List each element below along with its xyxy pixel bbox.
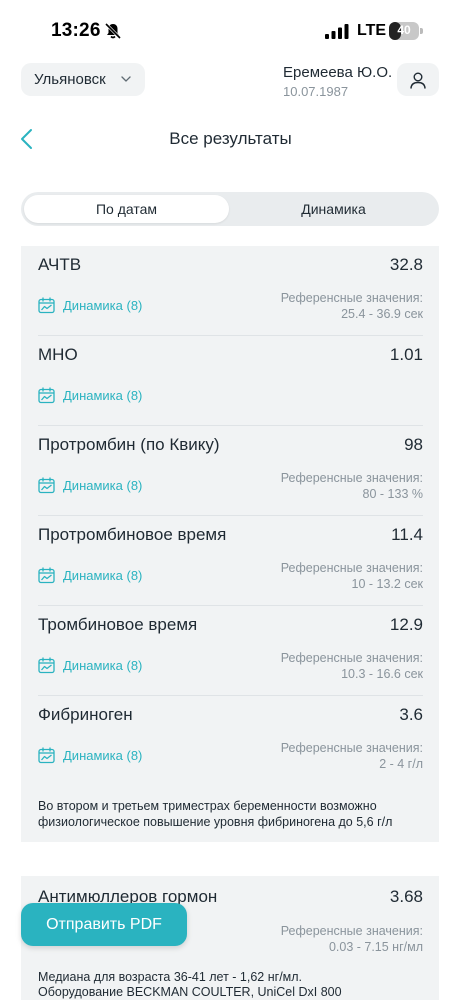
dynamics-link[interactable]: Динамика (8) — [38, 295, 142, 315]
battery-percent: 40 — [397, 23, 411, 37]
result-row: Протромбин (по Квику) 98 Динамика (8) Рефер… — [21, 426, 439, 516]
test-name: Тромбиновое время — [38, 615, 198, 634]
test-name: Фибриноген — [38, 705, 133, 724]
page-title: Все результаты — [169, 129, 292, 148]
results-card: АЧТВ 32.8 Динамика (8) Референсные значения… — [21, 246, 439, 842]
fibrinogen-note: Во втором и третьем триместрах беременно… — [38, 799, 393, 829]
network-label: LTE — [357, 22, 387, 39]
test-name: Протромбин (по Квику) — [38, 435, 220, 454]
test-name: МНО — [38, 345, 78, 364]
city-select[interactable]: Ульяновск — [21, 63, 145, 96]
dynamics-link[interactable]: Динамика (8) — [38, 565, 142, 585]
user-name: Еремеева Ю.О. — [283, 64, 393, 81]
user-icon — [410, 72, 426, 89]
test-name: АЧТВ — [38, 255, 82, 274]
test-value: 3.6 — [399, 705, 423, 724]
test-value: 11.4 — [391, 525, 423, 544]
test-value: 1.01 — [389, 345, 423, 364]
user-birth-date: 10.07.1987 — [283, 84, 349, 99]
bell-slash-icon — [104, 22, 122, 40]
amh-note-line-2: Оборудование BECKMAN COULTER, UniCel DxI… — [38, 985, 342, 999]
reference-title: Референсные значения: — [280, 291, 423, 305]
chevron-down-icon — [121, 76, 131, 82]
reference-range: 10 - 13.2 сек — [351, 577, 423, 591]
result-row: МНО 1.01 Динамика (8) — [21, 336, 439, 426]
reference-title: Референсные значения: — [280, 561, 423, 575]
city-label: Ульяновск — [34, 71, 106, 88]
test-value: 12.9 — [389, 615, 423, 634]
view-tabs: По датам Динамика — [21, 192, 439, 226]
dynamics-label: Динамика (8) — [63, 477, 143, 493]
status-time: 13:26 — [51, 20, 101, 41]
chart-calendar-icon — [38, 386, 55, 403]
battery-icon: 40 — [389, 22, 423, 40]
amh-note-line-1: Медиана для возраста 36-41 лет - 1,62 нг… — [38, 970, 303, 984]
reference-range: 2 - 4 г/л — [379, 757, 423, 771]
tab-dynamics[interactable]: Динамика — [231, 195, 436, 223]
send-pdf-button[interactable]: Отправить PDF — [21, 903, 187, 946]
profile-button[interactable] — [397, 63, 439, 96]
result-row: Протромбиновое время 11.4 Динамика (8) Рефе… — [21, 516, 439, 606]
reference-title: Референсные значения: — [280, 924, 423, 938]
signal-bars-icon — [325, 24, 349, 39]
chart-calendar-icon — [38, 476, 55, 493]
dynamics-label: Динамика (8) — [63, 567, 143, 583]
test-value: 3.68 — [389, 887, 423, 906]
dynamics-link[interactable]: Динамика (8) — [38, 655, 142, 675]
test-value: 98 — [404, 435, 423, 454]
result-row: АЧТВ 32.8 Динамика (8) Референсные значения… — [21, 246, 439, 336]
reference-title: Референсные значения: — [280, 471, 423, 485]
reference-title: Референсные значения: — [280, 651, 423, 665]
dynamics-link[interactable]: Динамика (8) — [38, 385, 142, 405]
dynamics-link[interactable]: Динамика (8) — [38, 475, 142, 495]
dynamics-label: Динамика (8) — [63, 387, 143, 403]
dynamics-label: Динамика (8) — [63, 657, 143, 673]
test-name: Протромбиновое время — [38, 525, 227, 544]
tab-by-date[interactable]: По датам — [24, 195, 229, 223]
dynamics-link[interactable]: Динамика (8) — [38, 745, 142, 765]
reference-title: Референсные значения: — [280, 741, 423, 755]
test-value: 32.8 — [389, 255, 423, 274]
reference-range: 0.03 - 7.15 нг/мл — [328, 940, 423, 954]
status-bar: 13:26 LTE 40 — [0, 0, 461, 62]
reference-range: 25.4 - 36.9 сек — [341, 307, 423, 321]
reference-range: 80 - 133 % — [362, 487, 423, 501]
result-row: Фибриноген 3.6 Динамика (8) Референсные зна… — [21, 696, 439, 786]
reference-range: 10.3 - 16.6 сек — [341, 667, 423, 681]
chart-calendar-icon — [38, 566, 55, 583]
dynamics-label: Динамика (8) — [63, 297, 143, 313]
result-row: Тромбиновое время 12.9 Динамика (8) Референ… — [21, 606, 439, 696]
chart-calendar-icon — [38, 656, 55, 673]
chart-calendar-icon — [38, 746, 55, 763]
chart-calendar-icon — [38, 296, 55, 313]
dynamics-label: Динамика (8) — [63, 747, 143, 763]
